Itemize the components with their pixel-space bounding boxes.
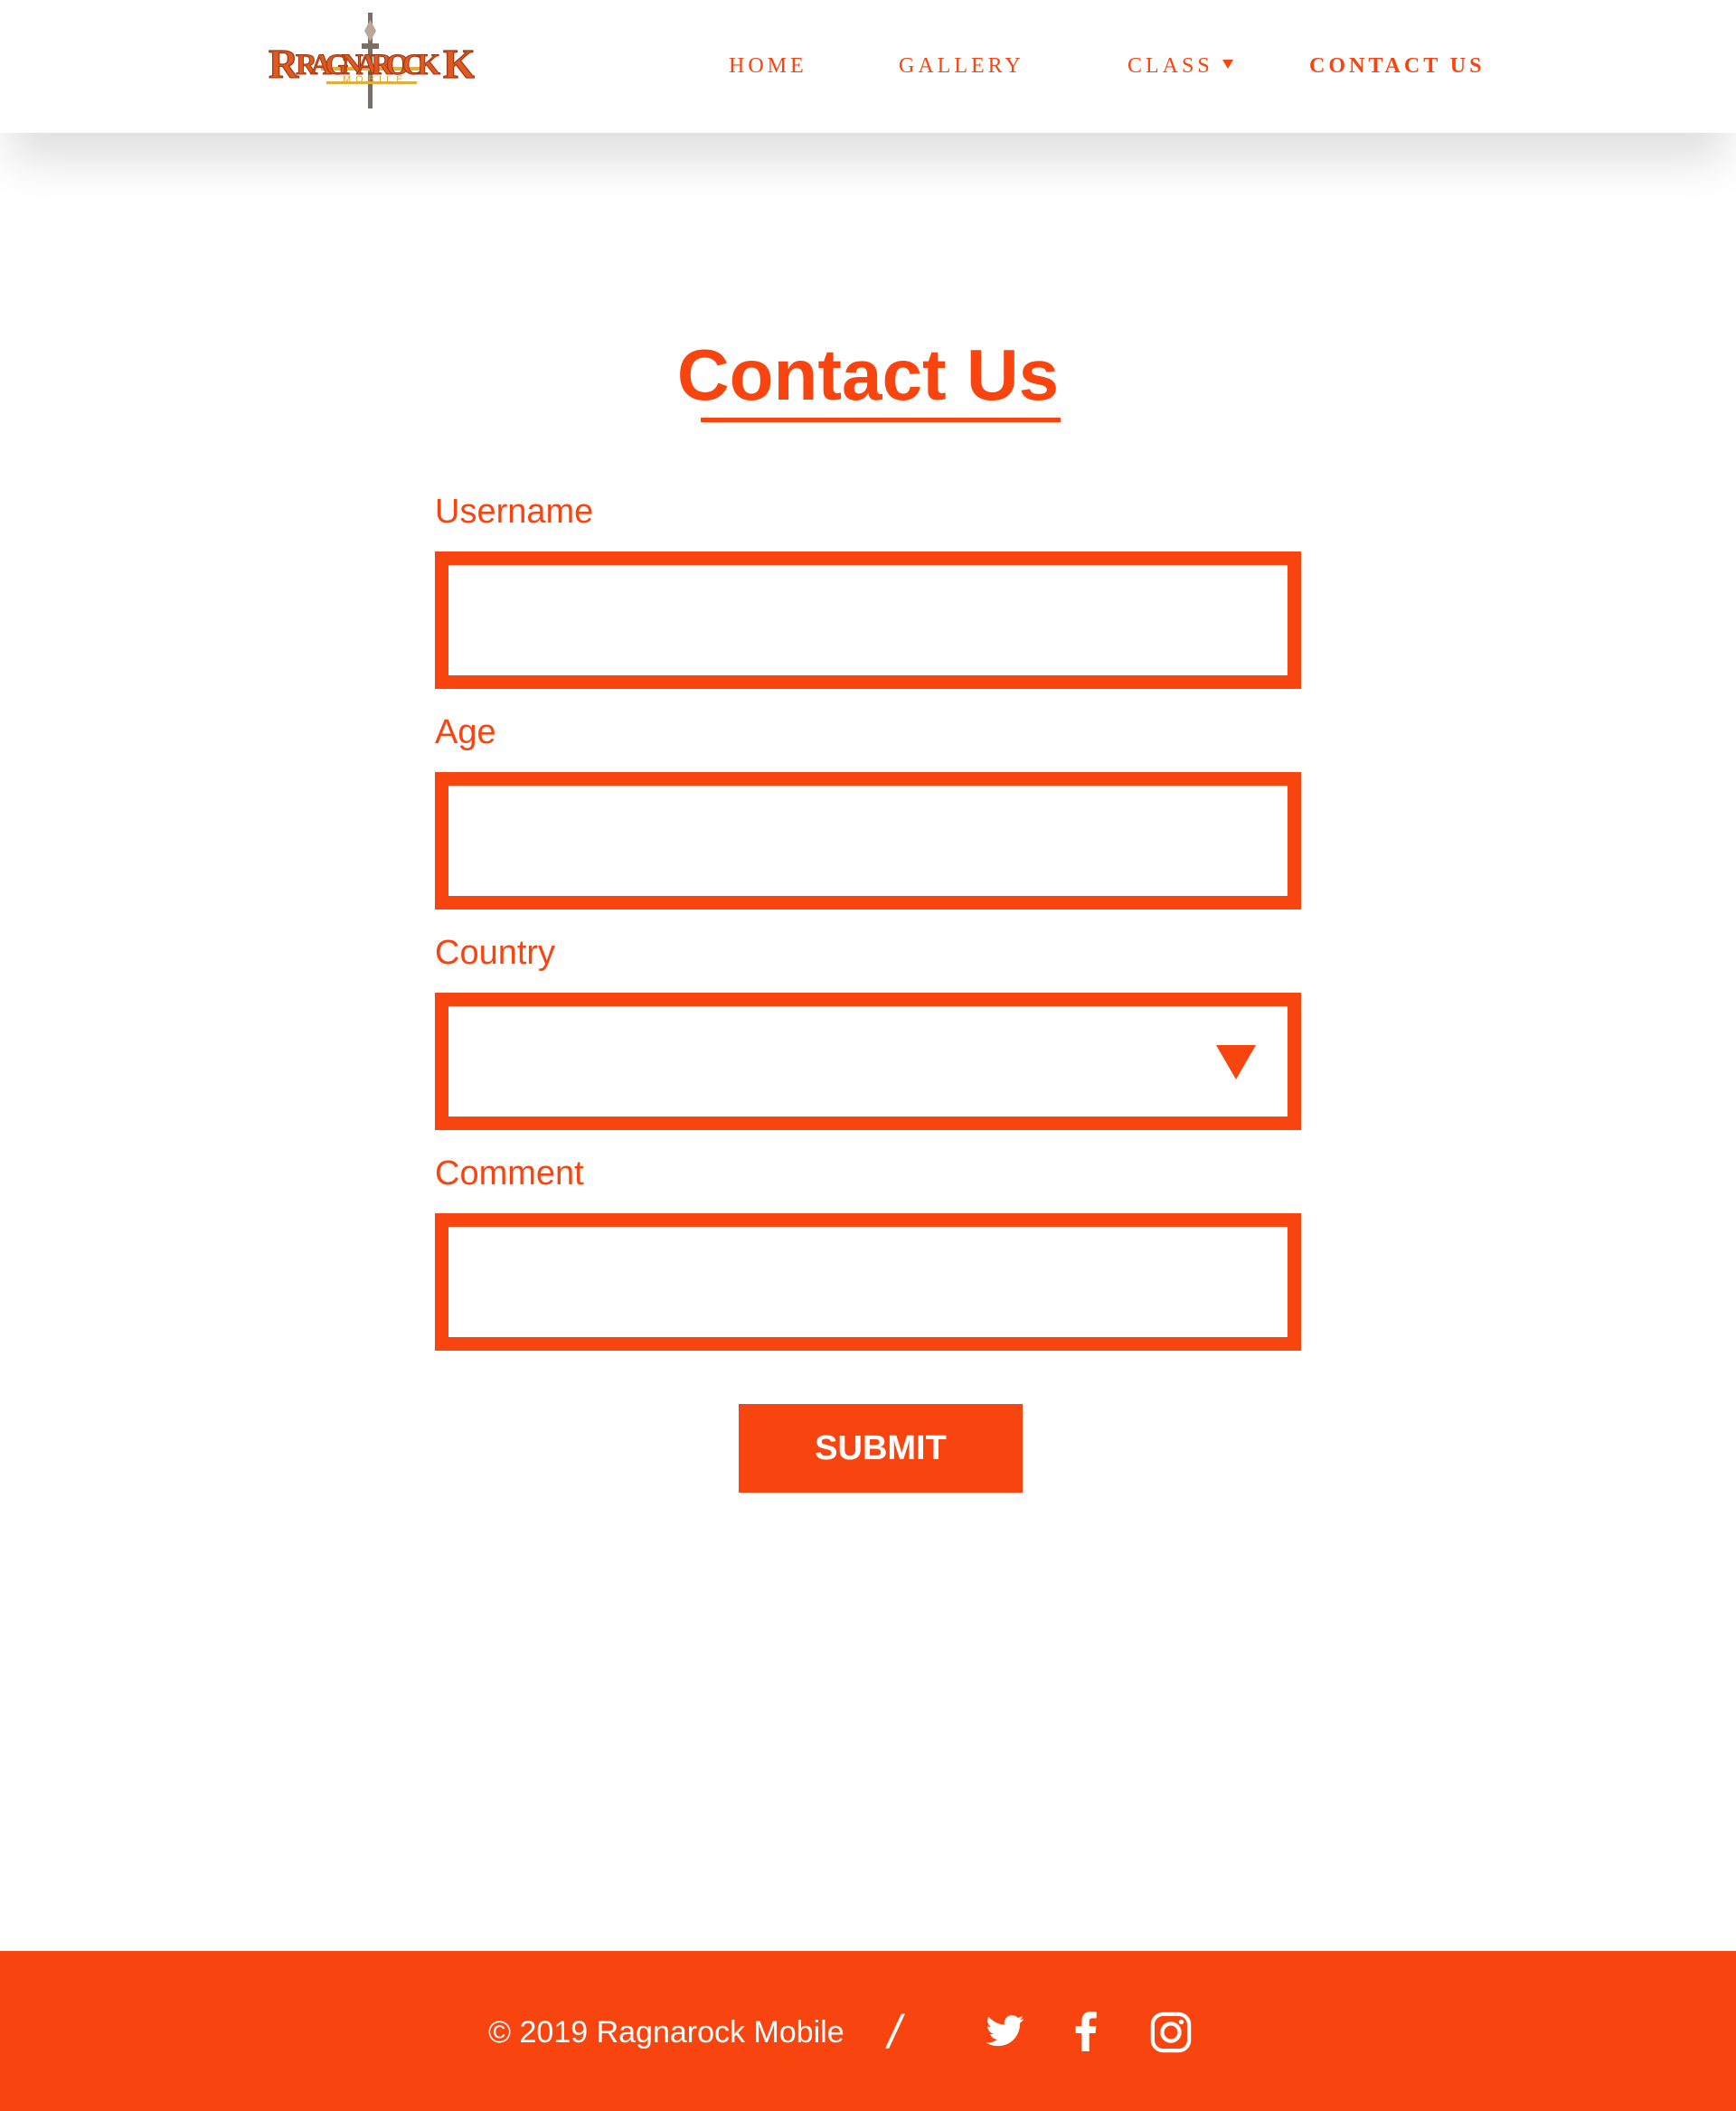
age-label: Age: [435, 713, 496, 751]
footer-divider: /: [888, 2006, 901, 2059]
site-footer: © 2019 Ragnarock Mobile /: [0, 1951, 1736, 2111]
twitter-icon[interactable]: [984, 2012, 1027, 2050]
logo-graphic: R RAGNAROCK K MOBILE: [268, 13, 475, 108]
title-underline: [701, 418, 1061, 422]
nav-home-link[interactable]: HOME: [729, 54, 807, 79]
copyright-text: © 2019 Ragnarock Mobile: [488, 2015, 844, 2050]
nav-class-link[interactable]: CLASS: [1127, 54, 1213, 79]
chevron-down-icon[interactable]: [1222, 60, 1233, 69]
age-input[interactable]: [435, 772, 1301, 909]
ragnarock-logo[interactable]: R RAGNAROCK K MOBILE: [267, 11, 475, 110]
country-label: Country: [435, 934, 556, 972]
username-input[interactable]: [435, 551, 1301, 689]
comment-input[interactable]: [435, 1213, 1301, 1351]
svg-text:K: K: [443, 41, 475, 87]
svg-text:R: R: [269, 41, 299, 87]
facebook-icon[interactable]: [1074, 2012, 1098, 2051]
nav-gallery-link[interactable]: GALLERY: [899, 54, 1024, 79]
page-title: Contact Us: [676, 335, 1060, 415]
dropdown-arrow-icon[interactable]: [1216, 1045, 1256, 1079]
instagram-icon[interactable]: [1150, 2012, 1192, 2053]
svg-text:MOBILE: MOBILE: [343, 74, 408, 85]
comment-label: Comment: [435, 1154, 584, 1192]
submit-button[interactable]: SUBMIT: [739, 1404, 1023, 1493]
nav-contact-link[interactable]: CONTACT US: [1309, 54, 1485, 79]
username-label: Username: [435, 493, 594, 531]
country-select[interactable]: [435, 993, 1301, 1130]
site-header: R RAGNAROCK K MOBILE HOME GALLERY CLASS …: [0, 0, 1736, 133]
